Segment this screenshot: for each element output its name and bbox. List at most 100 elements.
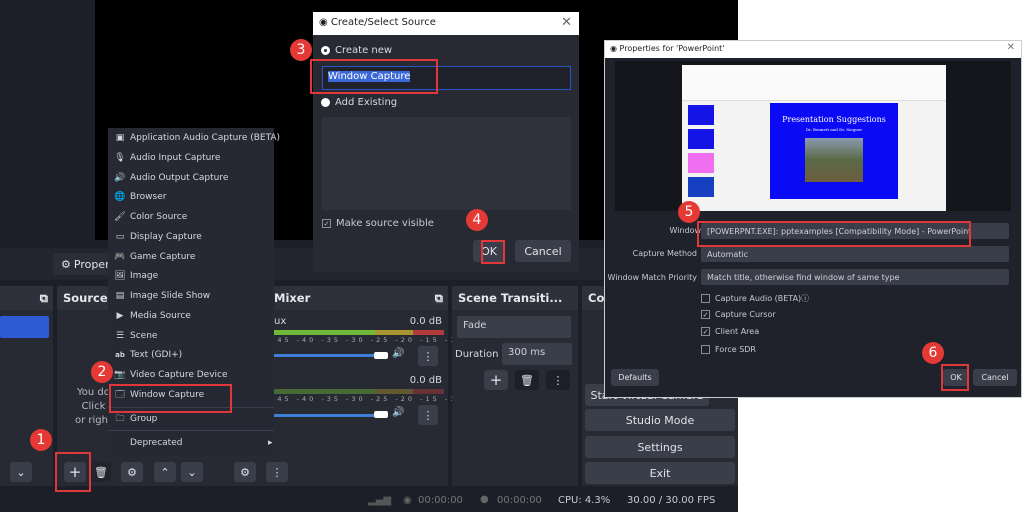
scene-down-button[interactable]: ⌄ [10,462,32,482]
match-priority-label: Window Match Priority [607,273,697,282]
menu-item-game-capture[interactable]: 🎮 Game Capture [114,248,195,266]
menu-item-image[interactable]: 🖼 Image [114,267,158,285]
dialog-titlebar: ◉ Properties for 'PowerPoint' ✕ [605,41,1021,58]
cancel-button[interactable]: Cancel [515,240,571,262]
move-down-button[interactable]: ⌄ [181,462,203,482]
close-icon[interactable]: ✕ [561,15,572,30]
help-icon[interactable]: ⓘ [801,293,809,304]
camera-icon: 📷 [114,370,126,380]
stream-time: 00:00:00 [418,495,463,506]
studio-mode-button[interactable]: Studio Mode [585,409,735,431]
record-icon: ● [480,494,489,505]
gamepad-icon: 🎮 [114,252,126,262]
speaker-icon[interactable]: 🔊 [392,407,404,418]
match-priority-select[interactable]: Match title, otherwise find window of sa… [701,269,1009,285]
cpu-usage: CPU: 4.3% [558,495,611,506]
volume-slider-handle[interactable] [374,352,388,359]
force-sdr-checkbox[interactable]: Force SDR [701,345,756,354]
highlight-window-select [697,221,971,247]
stream-icon: ◉ [403,495,412,506]
highlight-ok [481,240,505,264]
step-badge: 4 [466,209,488,231]
source-properties-button[interactable]: ⚙ [121,462,143,482]
step-badge: 6 [922,342,944,364]
gear-icon: ⚙ [127,465,137,479]
highlight-properties-ok [941,364,969,391]
fps: 30.00 / 30.00 FPS [627,495,716,506]
channel-db: 0.0 dB [409,316,442,327]
brush-icon: 🖌 [114,212,126,222]
menu-item-text[interactable]: ab Text (GDI+) [114,346,182,364]
menu-item-scene[interactable]: ☰ Scene [114,327,158,345]
channel-menu-button[interactable]: ⋮ [418,405,438,425]
globe-icon: 🌐 [114,192,126,202]
mixer-menu-button[interactable]: ⋮ [266,462,288,482]
speaker-icon[interactable]: 🔊 [392,348,404,359]
duration-label: Duration [455,349,499,360]
menu-item-media-source[interactable]: ▶ Media Source [114,307,191,325]
properties-button[interactable]: ⚙ Proper [53,253,113,275]
scenes-dock: ⧉ ⌄ [0,286,53,486]
menu-item-audio-output[interactable]: 🔊 Audio Output Capture [114,169,228,187]
menu-item-browser[interactable]: 🌐 Browser [114,188,166,206]
empty-hint: You do [77,387,110,398]
scene-item-selected[interactable] [0,316,49,338]
mixer-settings-button[interactable]: ⚙ [234,462,256,482]
menu-separator [108,430,274,431]
make-visible-checkbox[interactable]: ✓ Make source visible [322,218,434,229]
slideshow-icon: ▤ [115,291,125,301]
undock-icon[interactable]: ⧉ [435,291,443,306]
defaults-button[interactable]: Defaults [611,369,659,386]
slide: Presentation Suggestions Dr. Bennett and… [770,103,898,199]
monitor-icon: ▭ [115,232,125,242]
create-select-source-dialog: ◉ Create/Select Source ✕ Create new Wind… [313,12,579,272]
powerpoint-window: Presentation Suggestions Dr. Bennett and… [682,65,946,211]
transition-select[interactable]: Fade [457,316,571,338]
duration-input[interactable]: 300 ms [502,343,572,365]
app-audio-icon: ▣ [115,133,125,143]
volume-slider[interactable] [272,354,384,357]
remove-transition-button[interactable]: 🗑 [515,370,539,390]
obs-logo-icon: ◉ [319,17,328,28]
volume-slider-handle[interactable] [374,411,388,418]
menu-item-display-capture[interactable]: ▭ Display Capture [114,228,202,246]
signal-icon: ▂▄▆ [368,495,392,506]
menu-item-app-audio[interactable]: ▣ Application Audio Capture (BETA) [114,129,280,147]
play-icon: ▶ [116,311,124,321]
capture-cursor-checkbox[interactable]: ✓ Capture Cursor [701,310,776,319]
cancel-button[interactable]: Cancel [973,369,1017,386]
volume-slider[interactable] [272,414,384,417]
scenes-header: ⧉ [0,286,53,310]
create-new-radio[interactable]: Create new [321,45,392,56]
settings-button[interactable]: Settings [585,436,735,458]
close-icon[interactable]: ✕ [1007,42,1015,53]
add-existing-radio[interactable]: Add Existing [321,97,397,108]
undock-icon[interactable]: ⧉ [40,291,48,306]
existing-sources-list[interactable] [322,117,571,210]
transition-menu-button[interactable]: ⋮ [546,370,570,390]
highlight-window-capture [109,384,232,413]
add-transition-button[interactable]: + [484,370,508,390]
channel-menu-button[interactable]: ⋮ [418,346,438,366]
move-up-button[interactable]: ⌃ [154,462,176,482]
menu-item-deprecated[interactable]: Deprecated ▸ [114,434,273,452]
status-bar: ▂▄▆ ◉ 00:00:00 ● 00:00:00 CPU: 4.3% 30.0… [0,490,738,512]
menu-item-image-slide-show[interactable]: ▤ Image Slide Show [114,287,210,305]
exit-button[interactable]: Exit [585,462,735,484]
record-time: 00:00:00 [497,495,542,506]
channel-db: 0.0 dB [409,375,442,386]
menu-item-color-source[interactable]: 🖌 Color Source [114,208,187,226]
capture-audio-checkbox[interactable]: Capture Audio (BETA) ⓘ [701,293,809,304]
channel-name: ux [274,316,287,327]
text-icon: ab [115,351,125,359]
menu-item-audio-input[interactable]: 🎙 Audio Input Capture [114,149,220,167]
remove-source-button[interactable]: 🗑 [91,462,111,482]
image-icon: 🖼 [114,271,126,281]
step-badge: 5 [678,201,700,223]
capture-method-select[interactable]: Automatic [701,246,1009,262]
gears-icon: ⚙ [240,465,250,479]
client-area-checkbox[interactable]: ✓ Client Area [701,327,759,336]
menu-item-video-capture[interactable]: 📷 Video Capture Device [114,366,227,384]
folder-icon: 🗀 [115,414,125,424]
volume-meter [272,330,444,335]
